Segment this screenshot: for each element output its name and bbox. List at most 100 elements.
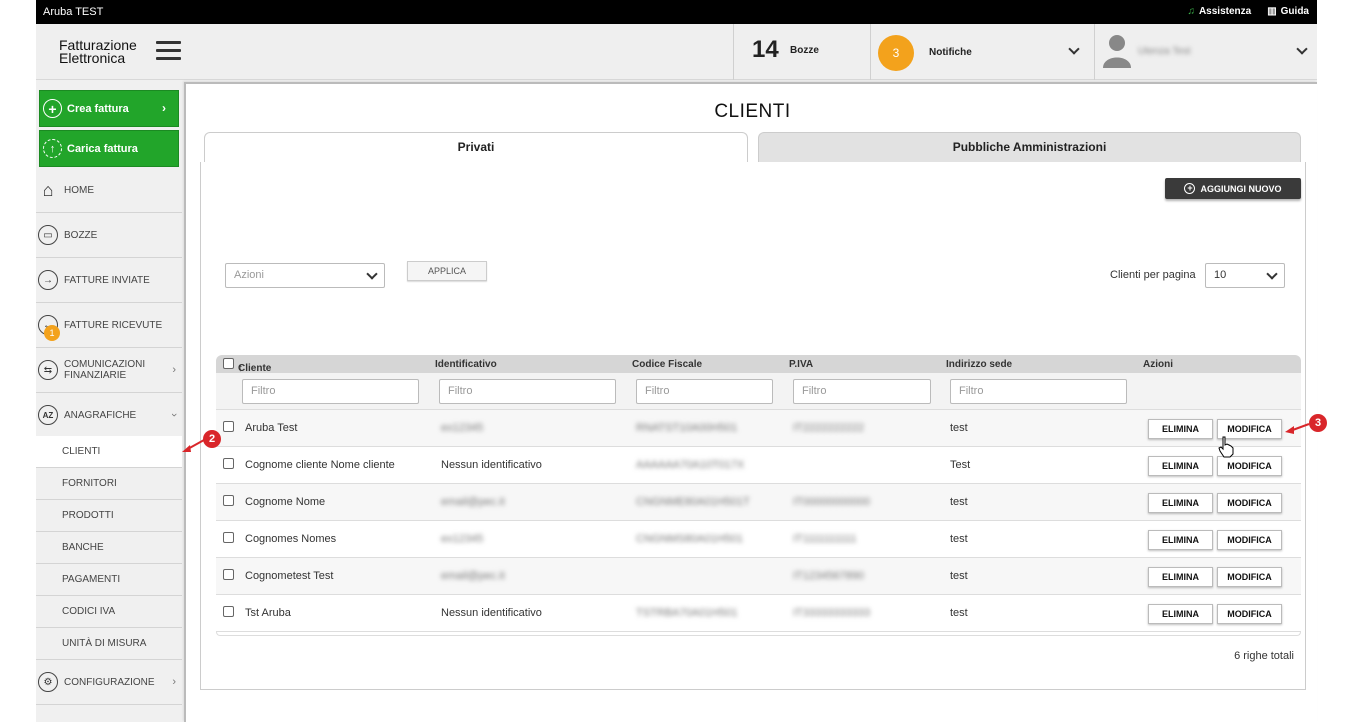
per-page-select[interactable]: 10 (1205, 263, 1285, 288)
exchange-icon: ⇆ (38, 360, 58, 380)
filter-indirizzo-input[interactable]: Filtro (950, 379, 1127, 404)
ricevute-count-badge: 1 (44, 325, 60, 341)
elimina-button[interactable]: ELIMINA (1148, 530, 1213, 550)
aggiungi-nuovo-label: AGGIUNGI NUOVO (1200, 183, 1282, 194)
tab-pubbliche-amministrazioni[interactable]: Pubbliche Amministrazioni (758, 132, 1301, 162)
sidebar-item-label: BOZZE (64, 229, 98, 241)
clients-table: Cliente ↑ Identificativo Codice Fiscale … (216, 355, 1301, 636)
total-rows-label: 6 righe totali (1234, 650, 1294, 662)
select-all-checkbox[interactable] (223, 358, 234, 369)
filter-cliente-input[interactable]: Filtro (242, 379, 419, 404)
cell-codice-fiscale: CNGNMS80A01H501 (636, 533, 743, 545)
hamburger-menu-icon[interactable] (156, 41, 181, 61)
sidebar-item-label: ANAGRAFICHE (64, 409, 137, 421)
cell-cliente: Cognome Nome (245, 496, 326, 508)
chevron-down-icon: › (168, 413, 181, 417)
filter-identificativo-input[interactable]: Filtro (439, 379, 616, 404)
cell-identificativo: ex12345 (441, 533, 484, 545)
modifica-button[interactable]: MODIFICA (1217, 567, 1282, 587)
sidebar-item-anagrafiche[interactable]: AZ ANAGRAFICHE › (36, 393, 182, 438)
azioni-select[interactable]: Azioni (225, 263, 385, 288)
cell-identificativo: Nessun identificativo (441, 607, 542, 619)
sidebar-item-bozze[interactable]: ▭ BOZZE (36, 213, 182, 258)
row-checkbox[interactable] (223, 458, 234, 469)
plus-icon: + (43, 99, 62, 118)
filter-codice-fiscale-input[interactable]: Filtro (636, 379, 773, 404)
assistenza-link[interactable]: ♫ Assistenza (1187, 6, 1251, 17)
per-page-value: 10 (1214, 269, 1227, 281)
app-logo[interactable]: Fatturazione Elettronica (59, 38, 137, 65)
user-menu-chevron-down-icon[interactable] (1296, 43, 1308, 55)
notification-count-badge[interactable]: 3 (878, 35, 914, 71)
applica-button[interactable]: APPLICA (407, 261, 487, 281)
sidebar-subitem-codici-iva[interactable]: CODICI IVA (36, 596, 182, 628)
cell-piva: IT33333333333 (793, 607, 871, 619)
sidebar-subitem-prodotti[interactable]: PRODOTTI (36, 500, 182, 532)
carica-fattura-button[interactable]: ↑ Carica fattura (39, 130, 179, 167)
modifica-button[interactable]: MODIFICA (1217, 604, 1282, 624)
plus-icon: + (1184, 183, 1196, 194)
bozze-count[interactable]: 14 (752, 36, 779, 64)
row-checkbox[interactable] (223, 421, 234, 432)
cell-codice-fiscale: TSTRBA70A01H501 (636, 607, 738, 619)
tab-privati[interactable]: Privati (204, 132, 748, 162)
user-name[interactable]: Utenza Test (1138, 46, 1191, 57)
sidebar-subitem-clienti[interactable]: CLIENTI (36, 436, 182, 468)
row-checkbox[interactable] (223, 606, 234, 617)
bozze-label[interactable]: Bozze (790, 45, 819, 56)
sidebar-subitem-fornitori[interactable]: FORNITORI (36, 468, 182, 500)
crea-fattura-label: Crea fattura (67, 102, 129, 115)
elimina-button[interactable]: ELIMINA (1148, 493, 1213, 513)
divider (733, 24, 734, 80)
sidebar-subitem-unita-di-misura[interactable]: UNITÀ DI MISURA (36, 628, 182, 660)
column-header-piva: P.IVA (789, 359, 814, 370)
divider (1094, 24, 1095, 80)
elimina-button[interactable]: ELIMINA (1148, 604, 1213, 624)
elimina-button[interactable]: ELIMINA (1148, 419, 1213, 439)
sidebar-item-configurazione[interactable]: ⚙ CONFIGURAZIONE › (36, 660, 182, 705)
book-icon: ▥ (1267, 6, 1277, 17)
crea-fattura-button[interactable]: + Crea fattura › (39, 90, 179, 127)
table-row: Cognometest Test email@pec.it IT1234567890… (216, 558, 1301, 595)
home-icon: ⌂ (42, 179, 54, 200)
guida-link[interactable]: ▥ Guida (1267, 6, 1309, 17)
page-title: CLIENTI (714, 101, 791, 122)
assistenza-label: Assistenza (1198, 6, 1252, 17)
notifications-label[interactable]: Notifiche (929, 47, 972, 58)
sidebar-item-home[interactable]: ⌂ HOME (36, 168, 182, 213)
row-checkbox[interactable] (223, 495, 234, 506)
cell-cliente: Aruba Test (245, 422, 298, 434)
arrow-right-icon: → (38, 270, 58, 290)
aggiungi-nuovo-button[interactable]: + AGGIUNGI NUOVO (1165, 178, 1301, 199)
sidebar-item-label: HOME (64, 184, 94, 196)
elimina-button[interactable]: ELIMINA (1148, 567, 1213, 587)
annotation-arrow-icon (1285, 423, 1310, 434)
sidebar-subitem-banche[interactable]: BANCHE (36, 532, 182, 564)
modifica-button[interactable]: MODIFICA (1217, 493, 1282, 513)
cell-indirizzo: test (950, 496, 968, 508)
row-checkbox[interactable] (223, 569, 234, 580)
sidebar-item-fatture-inviate[interactable]: → FATTURE INVIATE (36, 258, 182, 303)
notifications-chevron-down-icon[interactable] (1068, 43, 1080, 55)
upload-icon: ↑ (43, 139, 62, 158)
hand-cursor-icon (1218, 436, 1234, 458)
sidebar-item-comunicazioni-finanziarie[interactable]: ⇆ COMUNICAZIONI FINANZIARIE › (36, 348, 182, 393)
elimina-button[interactable]: ELIMINA (1148, 456, 1213, 476)
cell-identificativo: ex12345 (441, 422, 484, 434)
modifica-button[interactable]: MODIFICA (1217, 456, 1282, 476)
column-header-indirizzo-sede: Indirizzo sede (946, 359, 1013, 370)
user-avatar-icon[interactable] (1102, 32, 1132, 68)
sidebar-subitem-pagamenti[interactable]: PAGAMENTI (36, 564, 182, 596)
chevron-right-icon: › (162, 101, 166, 115)
filter-piva-input[interactable]: Filtro (793, 379, 931, 404)
per-page-label: Clienti per pagina (1110, 269, 1196, 281)
sidebar-item-label: CONFIGURAZIONE (64, 676, 155, 688)
cell-identificativo: email@pec.it (441, 496, 505, 508)
filter-row: Filtro Filtro Filtro Filtro Filtro (216, 373, 1301, 410)
row-checkbox[interactable] (223, 532, 234, 543)
modifica-button[interactable]: MODIFICA (1217, 530, 1282, 550)
divider (870, 24, 871, 80)
chevron-down-icon (1266, 268, 1278, 280)
column-header-identificativo: Identificativo (435, 359, 497, 370)
sidebar-item-fatture-ricevute[interactable]: ← FATTURE RICEVUTE (36, 303, 182, 348)
